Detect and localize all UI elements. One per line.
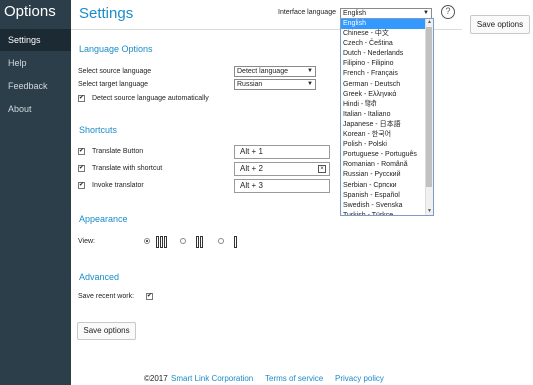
language-option[interactable]: Dutch - Nederlands [341, 49, 433, 59]
sidebar-item-about[interactable]: About [0, 98, 71, 120]
company-link[interactable]: Smart Link Corporation [171, 374, 253, 383]
view-three-column-radio[interactable] [144, 238, 150, 244]
one-column-icon [234, 236, 238, 248]
sidebar-item-help[interactable]: Help [0, 52, 71, 74]
sidebar: Options Settings Help Feedback About [0, 0, 71, 385]
page-title: Settings [79, 5, 134, 22]
language-option[interactable]: Romanian - Română [341, 160, 433, 170]
language-option[interactable]: German - Deutsch [341, 80, 433, 90]
shortcut-label: Translate Button [92, 148, 144, 155]
language-option[interactable]: Hindi - हिंदी [341, 100, 433, 110]
chevron-down-icon: ▼ [423, 10, 429, 16]
sidebar-title: Options [4, 3, 56, 20]
language-dropdown-list[interactable]: English Chinese - 中文 Czech - Čeština Dutch … [340, 18, 434, 216]
view-label: View: [78, 238, 95, 245]
copyright: ©2017 [144, 374, 168, 383]
source-language-select[interactable]: Detect language ▼ [234, 66, 316, 77]
sidebar-item-settings[interactable]: Settings [0, 29, 71, 51]
language-option[interactable]: Chinese - 中文 [341, 29, 433, 39]
language-option[interactable]: Turkish - Türkçe [341, 211, 433, 215]
language-option[interactable]: Spanish - Español [341, 191, 433, 201]
language-option[interactable]: English [341, 19, 433, 30]
scroll-down-icon[interactable]: ▼ [427, 208, 432, 214]
save-recent-label: Save recent work: [78, 293, 135, 300]
language-option[interactable]: Greek - Ελληνικά [341, 90, 433, 100]
two-column-icon [196, 236, 204, 248]
shortcut-input[interactable]: Alt + 3 [234, 179, 330, 193]
source-language-label: Select source language [78, 68, 152, 75]
shortcut-input[interactable]: Alt + 1 [234, 145, 330, 159]
help-icon[interactable]: ? [441, 5, 455, 19]
shortcut-label: Translate with shortcut [92, 165, 163, 172]
translate-shortcut-checkbox[interactable]: ✔ [78, 165, 85, 172]
language-option[interactable]: Japanese - 日本語 [341, 120, 433, 130]
chevron-down-icon: ▼ [307, 68, 313, 74]
target-language-value: Russian [237, 81, 263, 88]
dropdown-scrollbar[interactable]: ▲ ▼ [425, 19, 433, 215]
language-options: English Chinese - 中文 Czech - Čeština Dutch … [341, 19, 433, 215]
shortcut-input[interactable]: Alt + 2 × [234, 162, 330, 176]
shortcuts-heading: Shortcuts [79, 125, 118, 135]
terms-link[interactable]: Terms of service [265, 374, 323, 383]
language-option[interactable]: Italian - Italiano [341, 110, 433, 120]
interface-language-value: English [343, 10, 366, 17]
shortcut-label: Invoke translator [92, 182, 144, 189]
save-recent-checkbox[interactable]: ✔ [146, 293, 153, 300]
advanced-heading: Advanced [79, 272, 120, 282]
interface-language-label: Interface language [278, 9, 336, 16]
language-option[interactable]: Korean - 한국어 [341, 130, 433, 140]
language-option[interactable]: Polish - Polski [341, 140, 433, 150]
language-option[interactable]: Filipino - Filipino [341, 59, 433, 69]
language-option[interactable]: Serbian - Српски [341, 181, 433, 191]
scrollbar-thumb[interactable] [426, 27, 432, 187]
language-option[interactable]: Russian - Русский [341, 170, 433, 180]
invoke-translator-checkbox[interactable]: ✔ [78, 182, 85, 189]
language-option[interactable]: Czech - Čeština [341, 39, 433, 49]
chevron-down-icon: ▼ [307, 81, 313, 87]
language-option[interactable]: Portuguese - Português [341, 150, 433, 160]
source-language-value: Detect language [237, 68, 288, 75]
view-two-column-radio[interactable] [180, 238, 186, 244]
detect-auto-checkbox[interactable]: ✔ [78, 95, 85, 102]
translate-button-checkbox[interactable]: ✔ [78, 148, 85, 155]
three-column-icon [156, 236, 168, 248]
language-options-heading: Language Options [79, 44, 153, 54]
save-options-button-top[interactable]: Save options [470, 15, 530, 34]
save-options-button-bottom[interactable]: Save options [77, 322, 136, 340]
appearance-heading: Appearance [79, 214, 128, 224]
language-option[interactable]: Swedish - Svenska [341, 201, 433, 211]
view-one-column-radio[interactable] [218, 238, 224, 244]
clear-icon[interactable]: × [318, 165, 326, 173]
sidebar-item-feedback[interactable]: Feedback [0, 75, 71, 97]
target-language-label: Select target language [78, 81, 149, 88]
target-language-select[interactable]: Russian ▼ [234, 79, 316, 90]
detect-auto-label: Detect source language automatically [92, 95, 209, 102]
shortcut-value: Alt + 2 [240, 164, 263, 173]
scroll-up-icon[interactable]: ▲ [427, 19, 432, 25]
privacy-link[interactable]: Privacy policy [335, 374, 384, 383]
language-option[interactable]: French - Français [341, 69, 433, 79]
